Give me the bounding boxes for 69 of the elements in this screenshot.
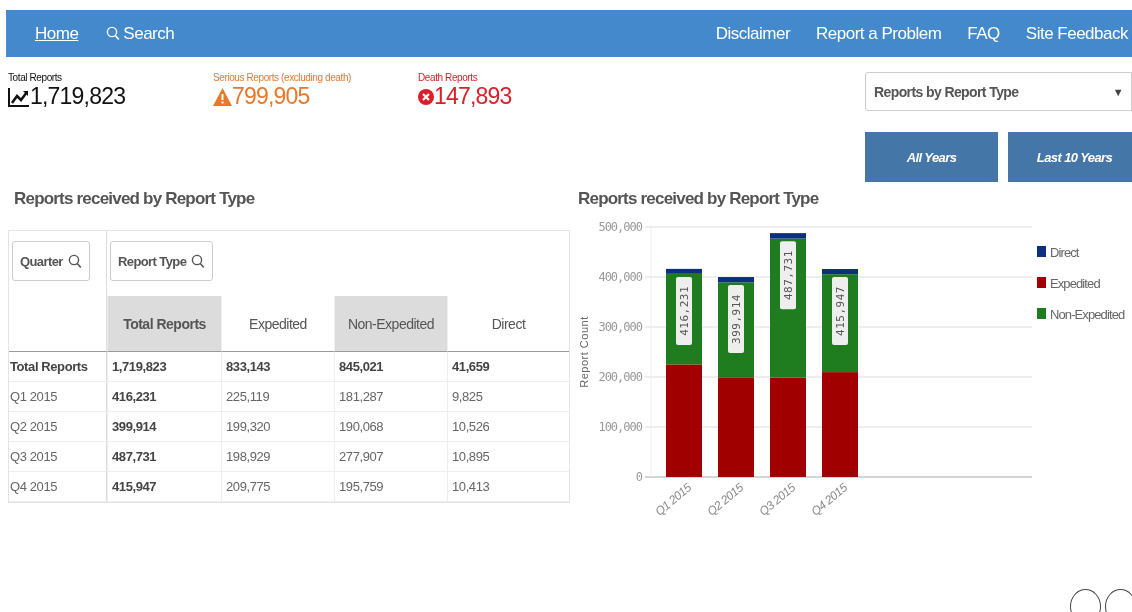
legend-label: Direct bbox=[1050, 245, 1079, 260]
filter-button[interactable]: Report Type bbox=[110, 241, 214, 281]
column-header: Direct bbox=[447, 296, 569, 352]
bar-value-label: 416,231 bbox=[676, 276, 692, 345]
legend-label: Expedited bbox=[1050, 276, 1100, 291]
y-tick-label: 100,000 bbox=[598, 420, 642, 434]
table-cell: 225,119 bbox=[221, 382, 334, 412]
section-title: Reports received by Report Type bbox=[14, 188, 256, 210]
filter-button[interactable]: Quarter bbox=[12, 241, 90, 281]
column-header: Total Reports bbox=[107, 296, 221, 352]
year-range-button[interactable]: Last 10 Years bbox=[1008, 132, 1132, 182]
legend-label: Non-Expedited bbox=[1050, 307, 1125, 322]
table-cell: 277,907 bbox=[334, 442, 447, 472]
stat-value: 1,719,823 bbox=[30, 83, 126, 110]
table-cell: 399,914 bbox=[107, 412, 221, 442]
trend-chart-icon bbox=[8, 86, 30, 107]
row-header: Q3 2015 bbox=[9, 442, 107, 472]
y-tick-label: 200,000 bbox=[598, 370, 642, 384]
table-cell: 10,895 bbox=[447, 442, 569, 472]
search-icon bbox=[191, 253, 206, 269]
stat-label: Death Reports bbox=[418, 72, 479, 83]
table-cell: 190,068 bbox=[334, 412, 447, 442]
nav-link[interactable]: Disclaimer bbox=[715, 23, 791, 44]
stat-value: 799,905 bbox=[232, 83, 310, 110]
table-cell: 415,947 bbox=[107, 472, 221, 502]
row-header: Q4 2015 bbox=[9, 472, 107, 502]
nav-link[interactable]: Site Feedback bbox=[1025, 23, 1128, 44]
table-cell: 10,526 bbox=[447, 412, 569, 442]
stat-value: 147,893 bbox=[434, 83, 512, 110]
table-cell: 41,659 bbox=[447, 352, 569, 382]
section-title: Reports received by Report Type bbox=[578, 188, 820, 210]
y-tick-label: 500,000 bbox=[598, 220, 642, 234]
nav-link[interactable]: FAQ bbox=[967, 23, 1000, 44]
table-cell: 845,021 bbox=[334, 352, 447, 382]
table-cell: 181,287 bbox=[334, 382, 447, 412]
table-cell: 416,231 bbox=[107, 382, 221, 412]
table-cell: 487,731 bbox=[107, 442, 221, 472]
stat-label: Serious Reports (excluding death) bbox=[213, 72, 352, 83]
column-header: Non-Expedited bbox=[334, 296, 447, 352]
table-cell: 198,929 bbox=[221, 442, 334, 472]
column-header: Expedited bbox=[221, 296, 334, 352]
row-header: Q2 2015 bbox=[9, 412, 107, 442]
home-link[interactable]: Home bbox=[35, 23, 79, 44]
table-cell: 195,759 bbox=[334, 472, 447, 502]
dropdown-caret: ▼ bbox=[1112, 85, 1123, 98]
y-tick-label: 300,000 bbox=[598, 320, 642, 334]
bar-value-label: 487,731 bbox=[780, 241, 796, 310]
table-cell: 9,825 bbox=[447, 382, 569, 412]
table-cell: 10,413 bbox=[447, 472, 569, 502]
warning-icon bbox=[213, 87, 232, 106]
y-tick-label: 400,000 bbox=[598, 270, 642, 284]
row-header: Q1 2015 bbox=[9, 382, 107, 412]
y-tick-label: 0 bbox=[635, 470, 642, 484]
search-link[interactable]: Search bbox=[106, 23, 175, 44]
table-cell: 199,320 bbox=[221, 412, 334, 442]
search-icon bbox=[106, 26, 121, 41]
bar-value-label: 399,914 bbox=[728, 285, 744, 354]
report-type-dropdown[interactable]: Reports by Report Type ▼ bbox=[865, 72, 1132, 111]
bar-value-label: 415,947 bbox=[832, 277, 848, 346]
table-cell: 833,143 bbox=[221, 352, 334, 382]
nav-link[interactable]: Report a Problem bbox=[816, 23, 942, 44]
y-axis-title: Report Count bbox=[578, 316, 590, 388]
error-circle-icon bbox=[418, 88, 434, 105]
search-icon bbox=[67, 253, 82, 269]
year-range-button[interactable]: All Years bbox=[865, 132, 998, 182]
table-cell: 1,719,823 bbox=[107, 352, 221, 382]
stat-label: Total Reports bbox=[8, 72, 63, 83]
row-header: Total Reports bbox=[9, 352, 107, 382]
table-cell: 209,775 bbox=[221, 472, 334, 502]
